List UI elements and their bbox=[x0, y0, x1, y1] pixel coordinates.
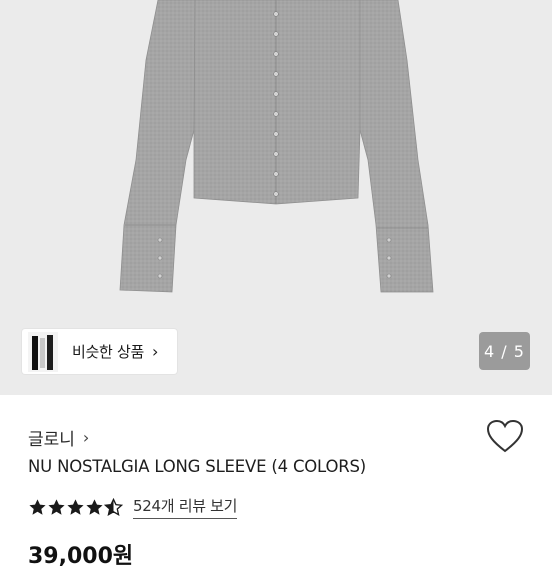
similar-products-label: 비슷한 상품 bbox=[72, 343, 144, 361]
brand-link[interactable]: 글로니 › bbox=[28, 425, 89, 450]
similar-products-button[interactable]: 비슷한 상품 › bbox=[22, 329, 177, 374]
star-rating bbox=[28, 497, 123, 517]
star-icon bbox=[86, 498, 103, 515]
brand-name: 글로니 bbox=[28, 430, 75, 450]
product-price: 39,000원 bbox=[28, 544, 134, 569]
product-image-gallery[interactable]: 비슷한 상품 › 4 / 5 bbox=[0, 0, 552, 395]
star-icon bbox=[48, 498, 65, 515]
chevron-right-icon: › bbox=[151, 342, 159, 361]
heart-outline-icon[interactable] bbox=[486, 419, 524, 455]
review-link[interactable]: 524개 리뷰 보기 bbox=[133, 495, 237, 519]
image-page-indicator: 4 / 5 bbox=[479, 332, 530, 370]
star-icon bbox=[67, 498, 84, 515]
rating-row: 524개 리뷰 보기 bbox=[28, 495, 237, 519]
similar-product-thumbnail bbox=[28, 331, 58, 372]
star-half-icon bbox=[104, 497, 123, 516]
star-icon bbox=[29, 498, 46, 515]
product-title: NU NOSTALGIA LONG SLEEVE (4 COLORS) bbox=[28, 457, 367, 476]
chevron-right-icon: › bbox=[82, 428, 90, 447]
product-info-section: 글로니 › NU NOSTALGIA LONG SLEEVE (4 COLORS… bbox=[0, 395, 552, 569]
